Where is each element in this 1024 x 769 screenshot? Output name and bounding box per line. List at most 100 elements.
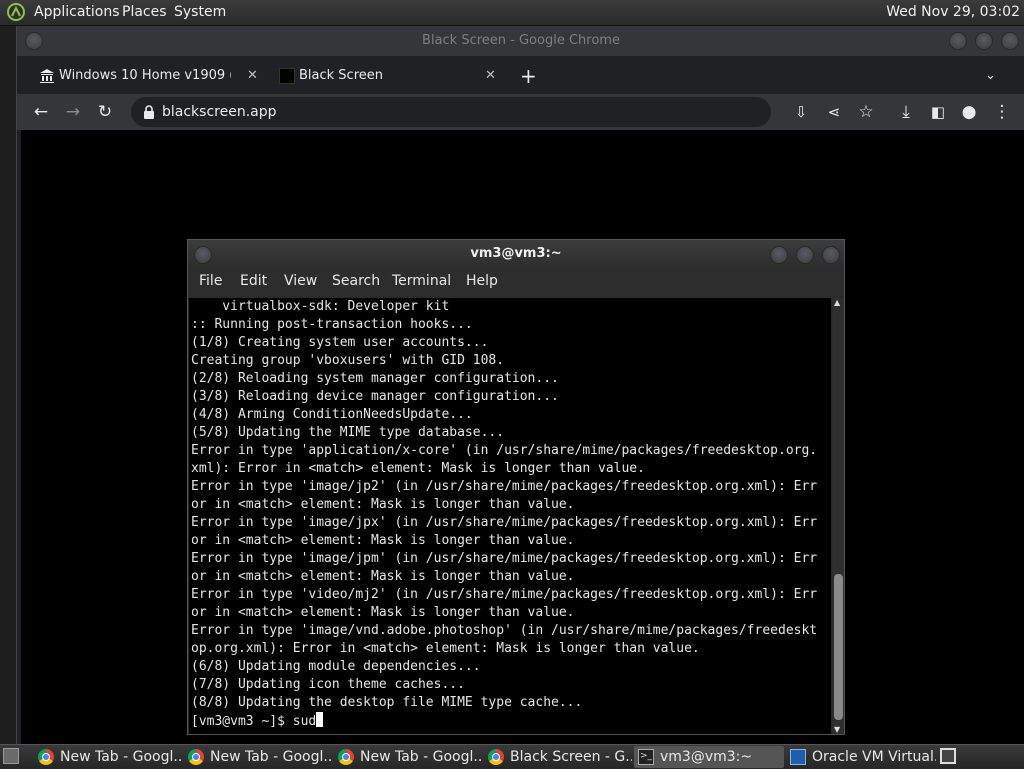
- terminal-scrollbar[interactable]: ▲ ▼: [833, 298, 844, 734]
- bookmark-star-icon[interactable]: ☆: [854, 100, 878, 124]
- share-icon[interactable]: ⋖: [822, 100, 846, 124]
- taskbar-item[interactable]: Oracle VM Virtual...: [786, 746, 936, 768]
- terminal-line: (3/8) Reloading device manager configura…: [191, 389, 559, 404]
- chrome-window: Black Screen - Google Chrome Windows 10 …: [16, 26, 1024, 744]
- terminal-line: or in <match> element: Mask is longer th…: [191, 605, 575, 620]
- window-menu-icon[interactable]: [25, 32, 43, 50]
- terminal-title: vm3@vm3:~: [470, 246, 562, 261]
- terminal-line: Error in type 'application/x-core' (in /…: [191, 443, 818, 458]
- chrome-icon: [38, 749, 54, 765]
- profile-avatar-icon[interactable]: ●: [957, 100, 981, 124]
- address-bar[interactable]: blackscreen.app ⇩: [131, 97, 807, 127]
- text-cursor: [316, 712, 324, 727]
- taskbar-item[interactable]: New Tab - Googl...: [334, 746, 482, 768]
- places-menu[interactable]: Places: [122, 4, 167, 20]
- clock[interactable]: Wed Nov 29, 03:02: [886, 4, 1020, 20]
- tab-title: Black Screen: [299, 68, 383, 83]
- minimize-icon[interactable]: [949, 32, 967, 50]
- more-options-icon[interactable]: ⋮: [990, 100, 1014, 124]
- taskbar-item[interactable]: Black Screen - G...: [484, 746, 632, 768]
- scroll-down-arrow-icon[interactable]: ▼: [834, 725, 840, 734]
- tab-black-screen[interactable]: Black Screen ✕: [269, 60, 505, 92]
- chrome-icon: [188, 749, 204, 765]
- chrome-icon: [338, 749, 354, 765]
- terminal-titlebar[interactable]: vm3@vm3:~: [188, 240, 844, 268]
- terminal-prompt: [vm3@vm3 ~]$ sud: [191, 714, 317, 729]
- tab-strip: Windows 10 Home v1909 (Le ✕ Black Screen…: [17, 56, 1024, 94]
- tab-close-icon[interactable]: ✕: [247, 60, 258, 92]
- menu-view[interactable]: View: [284, 273, 317, 289]
- taskbar-item[interactable]: New Tab - Googl...: [34, 746, 182, 768]
- taskbar-item-label: New Tab - Googl...: [360, 749, 482, 765]
- taskbar-item-active[interactable]: >_ vm3@vm3:~: [634, 746, 784, 768]
- maximize-icon[interactable]: [975, 32, 993, 50]
- terminal-close-icon[interactable]: [822, 246, 840, 264]
- forward-arrow-icon[interactable]: →: [61, 100, 85, 124]
- applications-menu[interactable]: Applications: [34, 4, 120, 20]
- terminal-line: Creating group 'vboxusers' with GID 108.: [191, 353, 505, 368]
- mate-logo-icon[interactable]: [6, 3, 26, 21]
- tab-title: Windows 10 Home v1909 (Le: [59, 68, 231, 83]
- taskbar-item-label: Oracle VM Virtual...: [812, 749, 936, 765]
- terminal-line: (2/8) Reloading system manager configura…: [191, 371, 559, 386]
- top-panel: Applications Places System Wed Nov 29, 0…: [0, 0, 1024, 26]
- menu-help[interactable]: Help: [466, 273, 498, 289]
- taskbar-item-label: New Tab - Googl...: [60, 749, 182, 765]
- install-app-icon[interactable]: ⇩: [789, 100, 813, 124]
- terminal-menubar: File Edit View Search Terminal Help: [188, 268, 844, 296]
- terminal-line: Error in type 'image/jp2' (in /usr/share…: [191, 479, 818, 494]
- terminal-line: (1/8) Creating system user accounts...: [191, 335, 489, 350]
- chrome-icon: [488, 749, 504, 765]
- tab-windows10[interactable]: Windows 10 Home v1909 (Le ✕: [29, 60, 265, 92]
- terminal-line: (8/8) Updating the desktop file MIME typ…: [191, 695, 583, 710]
- taskbar-item-label: vm3@vm3:~: [660, 749, 753, 765]
- scroll-up-arrow-icon[interactable]: ▲: [834, 298, 840, 307]
- menu-terminal[interactable]: Terminal: [392, 273, 451, 289]
- virtualbox-icon: [790, 749, 806, 765]
- terminal-output[interactable]: virtualbox-sdk: Developer kit :: Running…: [189, 298, 831, 734]
- scrollbar-thumb[interactable]: [834, 574, 843, 720]
- terminal-prompt-line[interactable]: [vm3@vm3 ~]$ sud: [189, 712, 831, 730]
- terminal-line: (7/8) Updating icon theme caches...: [191, 677, 465, 692]
- terminal-maximize-icon[interactable]: [796, 246, 814, 264]
- back-arrow-icon[interactable]: ←: [29, 100, 53, 124]
- reload-icon[interactable]: ↻: [93, 100, 117, 124]
- taskbar-item-label: Black Screen - G...: [510, 749, 632, 765]
- terminal-menu-icon[interactable]: [194, 246, 212, 264]
- show-desktop-icon[interactable]: [3, 748, 19, 764]
- terminal-line: Error in type 'image/vnd.adobe.photoshop…: [191, 623, 818, 638]
- url-text[interactable]: blackscreen.app: [162, 97, 277, 127]
- lock-icon[interactable]: [143, 105, 155, 119]
- terminal-line: Error in type 'image/jpx' (in /usr/share…: [191, 515, 818, 530]
- menu-search[interactable]: Search: [332, 273, 380, 289]
- terminal-line: :: Running post-transaction hooks...: [191, 317, 473, 332]
- system-menu[interactable]: System: [174, 4, 226, 20]
- terminal-line: or in <match> element: Mask is longer th…: [191, 533, 575, 548]
- terminal-line: (5/8) Updating the MIME type database...: [191, 425, 505, 440]
- window-title: Black Screen - Google Chrome: [422, 33, 620, 48]
- new-tab-button[interactable]: +: [520, 60, 537, 92]
- terminal-line: virtualbox-sdk: Developer kit: [191, 299, 450, 314]
- terminal-line: (6/8) Updating module dependencies...: [191, 659, 481, 674]
- terminal-line: or in <match> element: Mask is longer th…: [191, 569, 575, 584]
- chrome-toolbar: ← → ↻ blackscreen.app ⇩ ⋖ ☆ ⤓ ◧ ● ⋮: [17, 94, 1024, 130]
- menu-file[interactable]: File: [199, 273, 222, 289]
- tab-close-icon[interactable]: ✕: [485, 60, 496, 92]
- download-icon[interactable]: ⤓: [894, 100, 918, 124]
- menu-edit[interactable]: Edit: [240, 273, 267, 289]
- terminal-icon: >_: [638, 749, 654, 765]
- page-content: vm3@vm3:~ File Edit View Search Terminal…: [21, 130, 1024, 744]
- terminal-line: xml): Error in <match> element: Mask is …: [191, 461, 645, 476]
- chrome-titlebar[interactable]: Black Screen - Google Chrome: [17, 26, 1024, 56]
- taskbar-item[interactable]: New Tab - Googl...: [184, 746, 332, 768]
- terminal-line: Error in type 'image/jpm' (in /usr/share…: [191, 551, 818, 566]
- side-panel-icon[interactable]: ◧: [926, 100, 950, 124]
- workspace-switcher-icon[interactable]: [940, 748, 956, 764]
- terminal-line: op.org.xml): Error in <match> element: M…: [191, 641, 700, 656]
- taskbar-item-label: New Tab - Googl...: [210, 749, 332, 765]
- tab-search-chevron-icon[interactable]: ⌄: [985, 60, 996, 92]
- terminal-window: vm3@vm3:~ File Edit View Search Terminal…: [187, 239, 845, 735]
- close-icon[interactable]: [1001, 32, 1019, 50]
- terminal-line: Error in type 'video/mj2' (in /usr/share…: [191, 587, 818, 602]
- terminal-minimize-icon[interactable]: [770, 246, 788, 264]
